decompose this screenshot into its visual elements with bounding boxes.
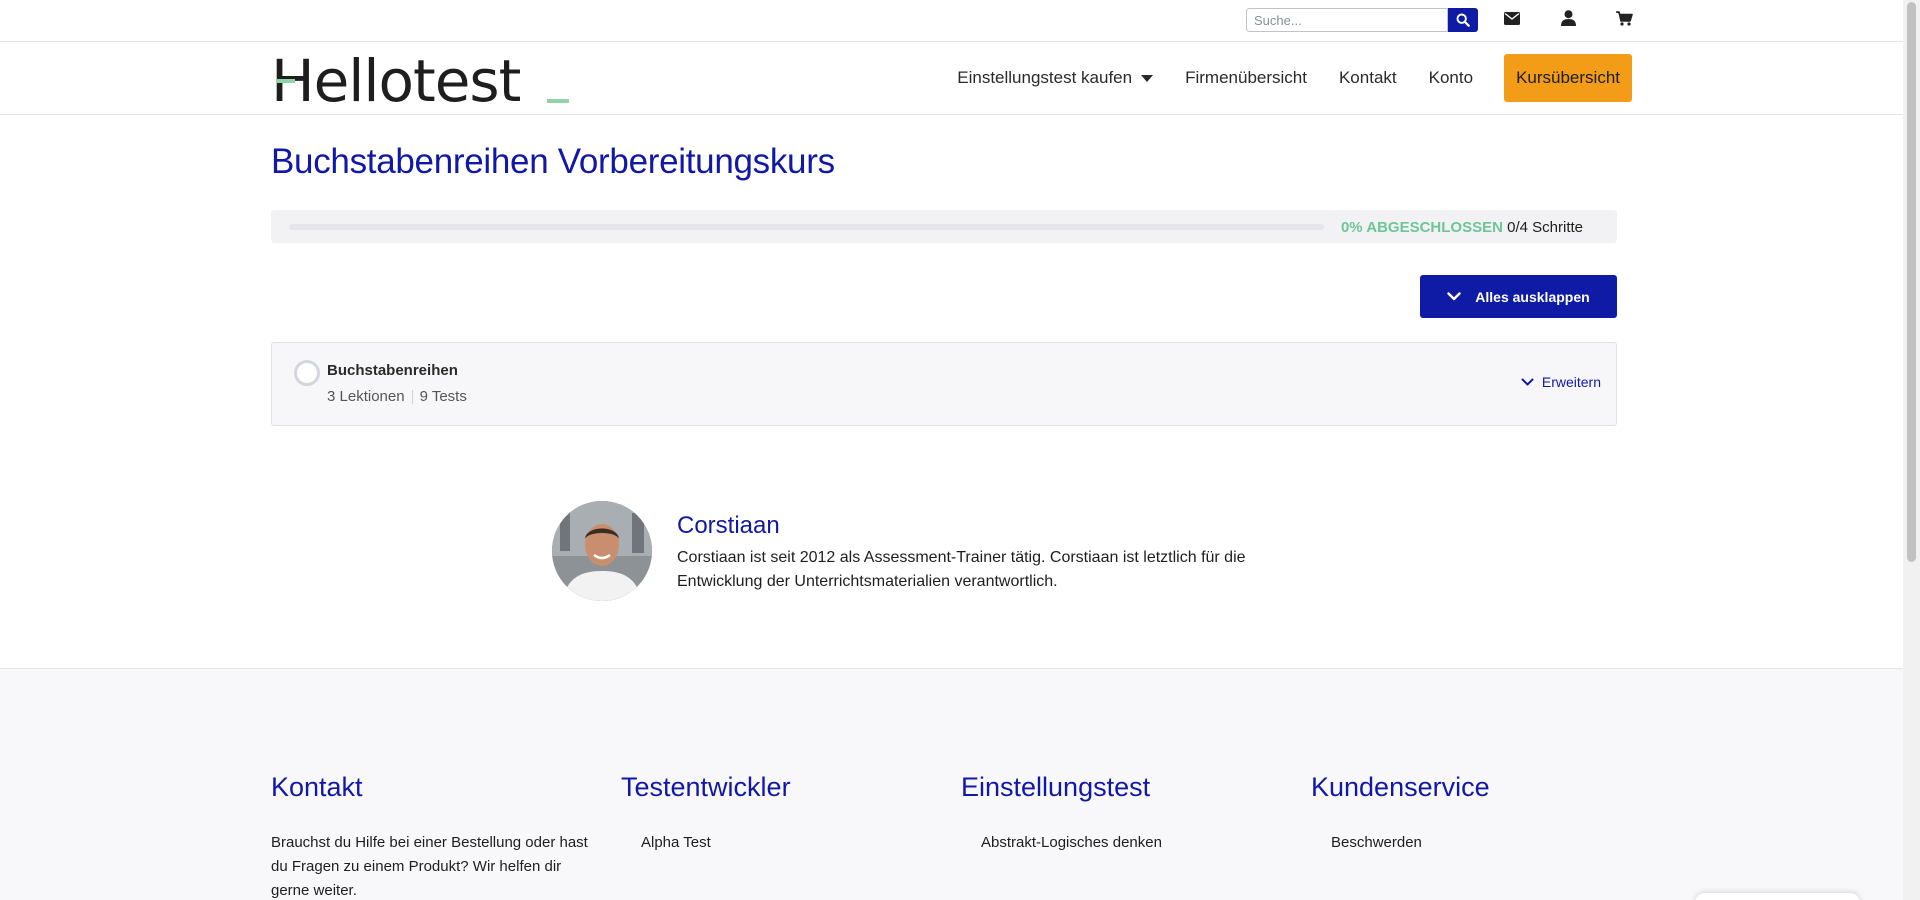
- test-count: 9 Tests: [419, 388, 467, 405]
- author-avatar: [552, 501, 652, 601]
- top-bar: [0, 0, 1903, 42]
- footer-column-tests: Einstellungstest Abstrakt-Logisches denk…: [961, 772, 1162, 875]
- svg-text:Hellotest: Hellotest: [271, 53, 521, 107]
- expand-all-label: Alles ausklappen: [1475, 288, 1590, 305]
- search-icon: [1456, 13, 1470, 27]
- footer-column-contact: Kontakt Brauchst du Hilfe bei einer Best…: [271, 772, 601, 900]
- section-expand-button[interactable]: Erweitern: [1521, 374, 1601, 390]
- search-button[interactable]: [1448, 8, 1478, 32]
- course-progress: 0% ABGESCHLOSSEN 0/4 Schritte: [271, 210, 1617, 243]
- kursuebersicht-button[interactable]: Kursübersicht: [1504, 54, 1632, 102]
- course-section[interactable]: Buchstabenreihen 3 Lektionen 9 Tests Erw…: [271, 342, 1617, 426]
- footer-link-abstrakt-logisches-denken[interactable]: Abstrakt-Logisches denken: [961, 831, 1162, 875]
- nav-konto[interactable]: Konto: [1429, 68, 1473, 88]
- nav-einstellungstest-kaufen[interactable]: Einstellungstest kaufen: [957, 68, 1154, 88]
- progress-steps-label: 0/4 Schritte: [1507, 219, 1583, 236]
- chat-widget-tab[interactable]: [1695, 893, 1860, 900]
- footer-heading: Kontakt: [271, 772, 363, 802]
- footer-heading: Kundenservice: [1311, 772, 1490, 802]
- chevron-down-icon: [1521, 378, 1534, 386]
- page-scrollbar[interactable]: [1903, 0, 1920, 900]
- envelope-icon[interactable]: [1503, 9, 1521, 27]
- user-icon[interactable]: [1559, 9, 1577, 27]
- footer-contact-text: Brauchst du Hilfe bei einer Bestellung o…: [271, 834, 588, 899]
- section-expand-label: Erweitern: [1541, 374, 1601, 390]
- footer-heading: Einstellungstest: [961, 772, 1151, 802]
- author-name: Corstiaan: [677, 512, 780, 539]
- nav-firmenuebersicht[interactable]: Firmenübersicht: [1185, 68, 1307, 88]
- expand-all-button[interactable]: Alles ausklappen: [1420, 275, 1617, 318]
- progress-bar: [289, 224, 1324, 230]
- search-input[interactable]: [1246, 8, 1448, 32]
- section-meta: 3 Lektionen 9 Tests: [327, 388, 467, 405]
- nav-kontakt[interactable]: Kontakt: [1339, 68, 1397, 88]
- site-logo[interactable]: Hellotest: [271, 47, 571, 115]
- footer-heading: Testentwickler: [621, 772, 791, 802]
- footer-column-service: Kundenservice Beschwerden: [1311, 772, 1490, 875]
- scrollbar-thumb[interactable]: [1907, 2, 1916, 562]
- site-header: Hellotest Einstellungstest kaufen Firmen…: [0, 43, 1903, 115]
- progress-percent-label: 0% ABGESCHLOSSEN: [1340, 219, 1503, 236]
- site-footer: Kontakt Brauchst du Hilfe bei einer Best…: [0, 668, 1903, 900]
- chevron-down-icon: [1447, 292, 1461, 301]
- cart-icon[interactable]: [1615, 9, 1633, 27]
- lesson-count: 3 Lektionen: [327, 388, 405, 405]
- footer-link-beschwerden[interactable]: Beschwerden: [1311, 831, 1490, 875]
- status-circle-icon: [294, 360, 320, 386]
- meta-divider: [411, 389, 413, 404]
- nav-label: Einstellungstest kaufen: [957, 68, 1133, 87]
- footer-link-alpha-test[interactable]: Alpha Test: [621, 831, 791, 875]
- author-bio: Corstiaan ist seit 2012 als Assessment-T…: [677, 549, 1246, 590]
- main-nav: Einstellungstest kaufen Firmenübersicht …: [957, 54, 1632, 102]
- progress-status: 0% ABGESCHLOSSEN 0/4 Schritte: [1341, 219, 1583, 236]
- caret-down-icon: [1141, 74, 1154, 82]
- footer-column-developer: Testentwickler Alpha Test: [621, 772, 791, 875]
- search-form: [1246, 8, 1478, 32]
- section-title: Buchstabenreihen: [327, 362, 458, 379]
- page-title: Buchstabenreihen Vorbereitungskurs: [271, 142, 835, 181]
